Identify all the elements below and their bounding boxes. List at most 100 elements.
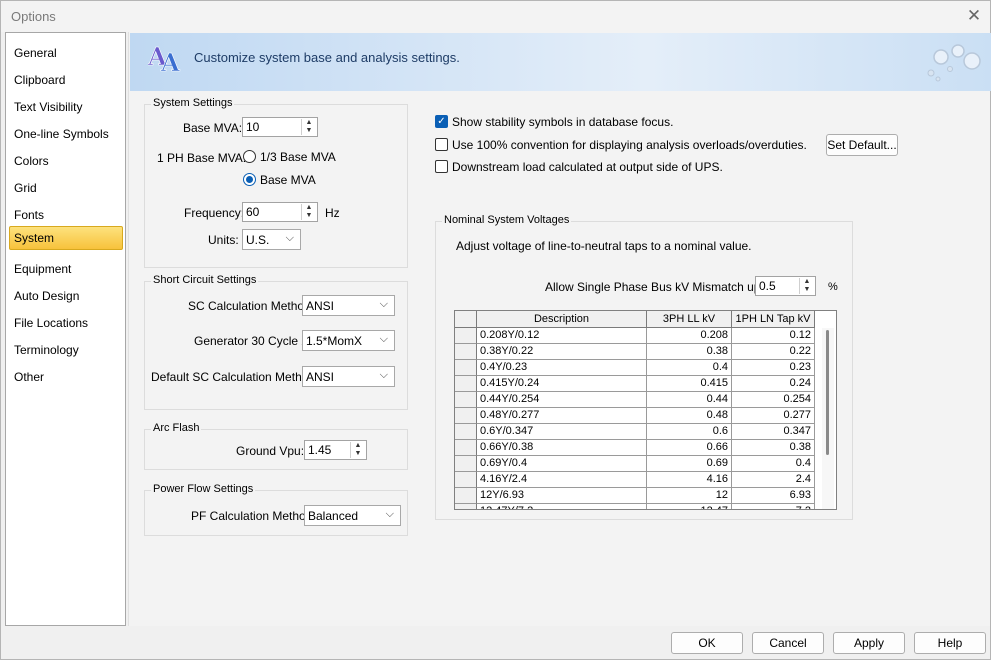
spin-down-icon[interactable]: ▼ (302, 127, 316, 135)
units-select[interactable]: U.S. ⌵ (242, 229, 301, 250)
apply-button[interactable]: Apply (833, 632, 905, 654)
row-header[interactable] (455, 408, 477, 424)
cell-1ph-ln-tap-kv[interactable]: 0.4 (732, 456, 815, 472)
nav-item-equipment[interactable]: Equipment (9, 257, 123, 281)
cell-description[interactable]: 0.44Y/0.254 (477, 392, 647, 408)
radio-third-base-mva[interactable] (243, 150, 256, 163)
convention-checkbox[interactable] (435, 138, 448, 151)
nav-item-file-locations[interactable]: File Locations (9, 311, 123, 335)
column-header-3ph[interactable]: 3PH LL kV (647, 311, 732, 328)
spin-up-icon[interactable]: ▲ (302, 119, 316, 127)
cell-1ph-ln-tap-kv[interactable]: 2.4 (732, 472, 815, 488)
table-scrollbar[interactable] (822, 328, 834, 509)
radio-base-mva[interactable] (243, 173, 256, 186)
cancel-button[interactable]: Cancel (752, 632, 824, 654)
table-row[interactable]: 0.66Y/0.38 0.66 0.38 (455, 440, 815, 456)
nav-item-one-line-symbols[interactable]: One-line Symbols (9, 122, 123, 146)
cell-1ph-ln-tap-kv[interactable]: 0.38 (732, 440, 815, 456)
ok-button[interactable]: OK (671, 632, 743, 654)
mismatch-field[interactable]: 0.5 ▲ ▼ (755, 276, 816, 296)
downstream-label[interactable]: Downstream load calculated at output sid… (452, 160, 723, 174)
nav-item-auto-design[interactable]: Auto Design (9, 284, 123, 308)
table-row[interactable]: 0.44Y/0.254 0.44 0.254 (455, 392, 815, 408)
gen30-select[interactable]: 1.5*MomX ⌵ (302, 330, 395, 351)
table-row[interactable]: 12.47Y/7.212.477.2 (455, 504, 815, 509)
nav-item-grid[interactable]: Grid (9, 176, 123, 200)
cell-1ph-ln-tap-kv[interactable]: 0.277 (732, 408, 815, 424)
cell-description[interactable]: 0.69Y/0.4 (477, 456, 647, 472)
cell-description[interactable]: 0.4Y/0.23 (477, 360, 647, 376)
cell-1ph-ln-tap-kv[interactable]: 0.12 (732, 328, 815, 344)
cell-3ph-ll-kv[interactable]: 0.69 (647, 456, 732, 472)
cell-3ph-ll-kv[interactable]: 4.16 (647, 472, 732, 488)
cell-1ph-ln-tap-kv[interactable]: 7.2 (732, 504, 815, 509)
frequency-field[interactable]: 60 ▲ ▼ (242, 202, 318, 222)
row-header[interactable] (455, 424, 477, 440)
stability-label[interactable]: Show stability symbols in database focus… (452, 115, 673, 129)
cell-description[interactable]: 0.38Y/0.22 (477, 344, 647, 360)
cell-3ph-ll-kv[interactable]: 0.6 (647, 424, 732, 440)
table-row[interactable]: 0.4Y/0.23 0.4 0.23 (455, 360, 815, 376)
stability-checkbox[interactable]: ✓ (435, 115, 448, 128)
cell-description[interactable]: 12.47Y/7.2 (477, 504, 647, 509)
row-header[interactable] (455, 328, 477, 344)
scrollbar-thumb[interactable] (826, 330, 829, 455)
convention-label[interactable]: Use 100% convention for displaying analy… (452, 138, 807, 152)
ground-vpu-spinner[interactable]: ▲ ▼ (350, 442, 365, 458)
cell-description[interactable]: 0.6Y/0.347 (477, 424, 647, 440)
row-header[interactable] (455, 504, 477, 509)
nominal-voltages-table[interactable]: Description 3PH LL kV 1PH LN Tap kV 0.20… (454, 310, 837, 510)
row-header[interactable] (455, 456, 477, 472)
cell-description[interactable]: 12Y/6.93 (477, 488, 647, 504)
default-sc-select[interactable]: ANSI ⌵ (302, 366, 395, 387)
cell-description[interactable]: 0.48Y/0.277 (477, 408, 647, 424)
cell-description[interactable]: 0.415Y/0.24 (477, 376, 647, 392)
cell-1ph-ln-tap-kv[interactable]: 0.24 (732, 376, 815, 392)
cell-3ph-ll-kv[interactable]: 0.44 (647, 392, 732, 408)
nav-item-general[interactable]: General (9, 41, 123, 65)
pf-method-select[interactable]: Balanced ⌵ (304, 505, 401, 526)
spin-down-icon[interactable]: ▼ (351, 450, 365, 458)
set-default-button[interactable]: Set Default... (826, 134, 898, 156)
row-header[interactable] (455, 344, 477, 360)
cell-3ph-ll-kv[interactable]: 0.208 (647, 328, 732, 344)
table-row[interactable]: 0.6Y/0.347 0.6 0.347 (455, 424, 815, 440)
column-header-description[interactable]: Description (477, 311, 647, 328)
nav-item-system[interactable]: System (9, 226, 123, 250)
cell-3ph-ll-kv[interactable]: 0.48 (647, 408, 732, 424)
row-header[interactable] (455, 440, 477, 456)
radio-third-base-mva-label[interactable]: 1/3 Base MVA (260, 150, 336, 164)
cell-1ph-ln-tap-kv[interactable]: 0.22 (732, 344, 815, 360)
cell-3ph-ll-kv[interactable]: 12 (647, 488, 732, 504)
spin-up-icon[interactable]: ▲ (800, 278, 814, 286)
cell-1ph-ln-tap-kv[interactable]: 0.347 (732, 424, 815, 440)
cell-3ph-ll-kv[interactable]: 0.66 (647, 440, 732, 456)
column-header-1ph[interactable]: 1PH LN Tap kV (732, 311, 815, 328)
close-icon[interactable]: ✕ (962, 4, 986, 28)
row-header[interactable] (455, 376, 477, 392)
base-mva-spinner[interactable]: ▲ ▼ (301, 119, 316, 135)
spin-up-icon[interactable]: ▲ (302, 204, 316, 212)
table-row[interactable]: 12Y/6.93 12 6.93 (455, 488, 815, 504)
cell-1ph-ln-tap-kv[interactable]: 6.93 (732, 488, 815, 504)
frequency-spinner[interactable]: ▲ ▼ (301, 204, 316, 220)
cell-3ph-ll-kv[interactable]: 0.415 (647, 376, 732, 392)
row-header[interactable] (455, 488, 477, 504)
downstream-checkbox[interactable] (435, 160, 448, 173)
table-row[interactable]: 0.415Y/0.24 0.415 0.24 (455, 376, 815, 392)
help-button[interactable]: Help (914, 632, 986, 654)
radio-base-mva-label[interactable]: Base MVA (260, 173, 316, 187)
row-header[interactable] (455, 472, 477, 488)
nav-item-colors[interactable]: Colors (9, 149, 123, 173)
cell-3ph-ll-kv[interactable]: 12.47 (647, 504, 732, 509)
cell-3ph-ll-kv[interactable]: 0.4 (647, 360, 732, 376)
nav-item-fonts[interactable]: Fonts (9, 203, 123, 227)
cell-3ph-ll-kv[interactable]: 0.38 (647, 344, 732, 360)
cell-description[interactable]: 4.16Y/2.4 (477, 472, 647, 488)
mismatch-spinner[interactable]: ▲ ▼ (799, 278, 814, 294)
table-row[interactable]: 4.16Y/2.4 4.16 2.4 (455, 472, 815, 488)
ground-vpu-field[interactable]: 1.45 ▲ ▼ (304, 440, 367, 460)
cell-description[interactable]: 0.208Y/0.12 (477, 328, 647, 344)
spin-down-icon[interactable]: ▼ (800, 286, 814, 294)
sc-method-select[interactable]: ANSI ⌵ (302, 295, 395, 316)
